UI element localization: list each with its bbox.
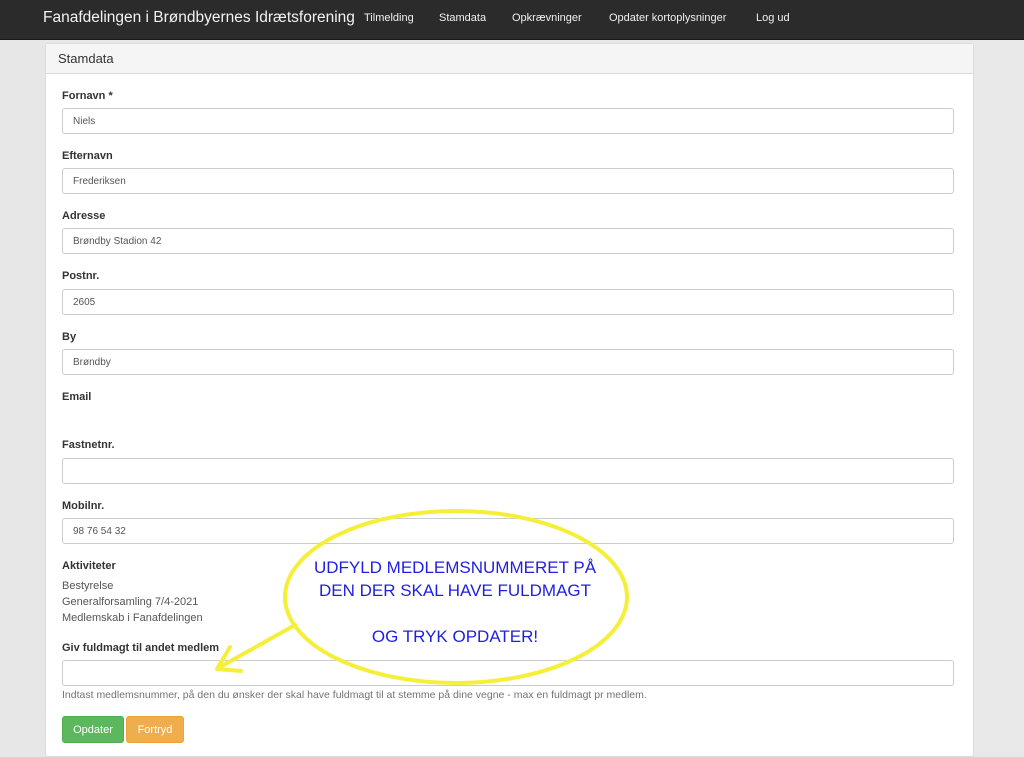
callout-text-line-1: UDFYLD MEDLEMSNUMMERET PÅ xyxy=(313,558,597,577)
callout-text-line-3: OG TRYK OPDATER! xyxy=(371,627,539,646)
callout-text-line-2: DEN DER SKAL HAVE FULDMAGT xyxy=(318,581,592,600)
